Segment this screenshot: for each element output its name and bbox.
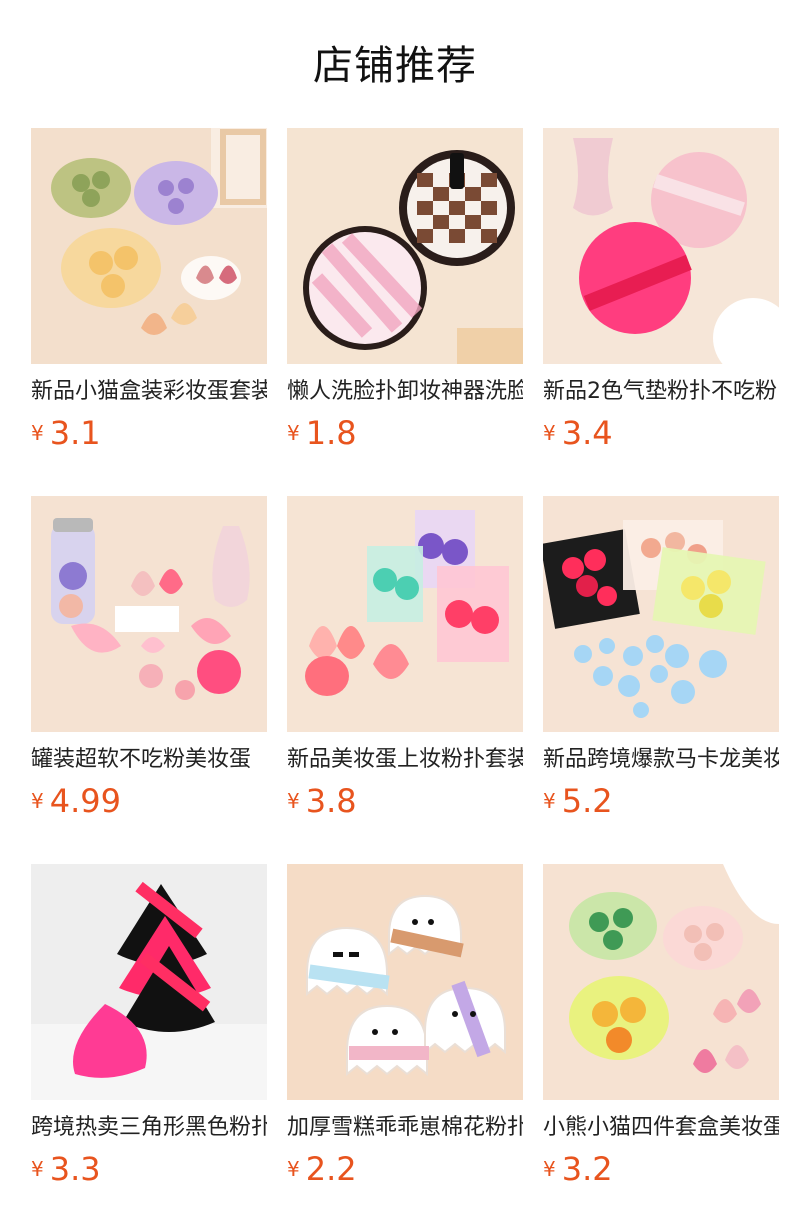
product-grid: 新品小猫盒装彩妆蛋套装 ¥3.1 懒人洗脸扑卸妆神器洗脸 ¥ 1.8 新品2色气… <box>31 128 779 1200</box>
currency-symbol: ¥ <box>287 421 300 445</box>
product-name[interactable]: 新品2色气垫粉扑不吃粉 <box>543 376 779 408</box>
currency-symbol: ¥ <box>31 1157 44 1181</box>
currency-symbol: ¥ <box>543 789 556 813</box>
price-value: 3.3 <box>49 1150 101 1188</box>
currency-symbol: ¥ <box>31 789 44 813</box>
product-image-bag-sponges[interactable] <box>543 496 779 732</box>
currency-symbol: ¥ <box>287 789 300 813</box>
product-image-cat-box-sponges[interactable] <box>31 128 267 364</box>
currency-symbol: ¥ <box>543 1157 556 1181</box>
product-image-boxed-sponges[interactable] <box>287 496 523 732</box>
price-value: 1.8 <box>305 414 357 452</box>
store-recommendations-page: 店铺推荐 新品小猫盒装彩妆蛋套装 ¥ 3.1 懒人洗脸扑卸妆神器洗脸 ¥ 1.8… <box>0 0 790 1232</box>
price-value: 2.2 <box>305 1150 357 1188</box>
product-price: ¥3.8 <box>287 782 523 820</box>
product-price: ¥3.3 <box>31 1150 267 1188</box>
product-image-cushion-puffs[interactable] <box>543 128 779 364</box>
product-card[interactable]: 懒人洗脸扑卸妆神器洗脸巾 ¥1.8 <box>287 128 523 464</box>
currency-symbol: ¥ <box>31 421 44 445</box>
product-name[interactable]: 罐装超软不吃粉美妆蛋 <box>31 744 267 776</box>
product-card[interactable]: 加厚雪糕乖乖崽棉花粉扑 ¥2.2 <box>287 864 523 1200</box>
product-image-face-wash-puffs[interactable] <box>287 128 523 364</box>
product-name[interactable]: 懒人洗脸扑卸妆神器洗脸巾 <box>287 376 523 408</box>
price-value: 4.99 <box>49 782 121 820</box>
price-value: 3.4 <box>561 414 613 452</box>
price-value: 5.2 <box>561 782 613 820</box>
section-title: 店铺推荐 <box>313 43 477 89</box>
product-image-triangle-puffs[interactable] <box>31 864 267 1100</box>
product-name[interactable]: 跨境热卖三角形黑色粉扑 <box>31 1112 267 1144</box>
product-card[interactable]: 罐装超软不吃粉美妆蛋 ¥4.99 <box>31 496 267 832</box>
product-card[interactable]: 新品小猫盒装彩妆蛋套装 ¥3.1 <box>31 128 267 464</box>
product-price: ¥3.2 <box>543 1150 779 1188</box>
product-name[interactable]: 加厚雪糕乖乖崽棉花粉扑 <box>287 1112 523 1144</box>
product-name[interactable]: 新品跨境爆款马卡龙美妆蛋 <box>543 744 779 776</box>
product-card[interactable]: 小熊小猫四件套盒美妆蛋 ¥3.2 <box>543 864 779 1200</box>
currency-symbol: ¥ <box>287 1157 300 1181</box>
product-name[interactable]: 新品小猫盒装彩妆蛋套装 <box>31 376 267 408</box>
product-name[interactable]: 小熊小猫四件套盒美妆蛋 <box>543 1112 779 1144</box>
product-image-ghost-puffs[interactable] <box>287 864 523 1100</box>
product-price: ¥3.1 <box>31 414 267 452</box>
product-price: ¥1.8 <box>287 414 523 452</box>
product-price: ¥2.2 <box>287 1150 523 1188</box>
product-card[interactable]: 跨境热卖三角形黑色粉扑 ¥3.3 <box>31 864 267 1200</box>
price-value: 3.2 <box>561 1150 613 1188</box>
product-price: ¥3.4 <box>543 414 779 452</box>
price-value: 3.8 <box>305 782 357 820</box>
currency-symbol: ¥ <box>543 421 556 445</box>
product-card[interactable]: 新品2色气垫粉扑不吃粉 ¥3.4 <box>543 128 779 464</box>
product-image-bear-box-sponges[interactable] <box>543 864 779 1100</box>
product-name[interactable]: 新品美妆蛋上妆粉扑套装 <box>287 744 523 776</box>
product-card[interactable]: 新品美妆蛋上妆粉扑套装 ¥3.8 <box>287 496 523 832</box>
product-image-jar-sponges[interactable] <box>31 496 267 732</box>
product-card[interactable]: 新品跨境爆款马卡龙美妆蛋 ¥5.2 <box>543 496 779 832</box>
price-value: 3.1 <box>49 414 101 452</box>
product-price: ¥4.99 <box>31 782 267 820</box>
product-price: ¥5.2 <box>543 782 779 820</box>
